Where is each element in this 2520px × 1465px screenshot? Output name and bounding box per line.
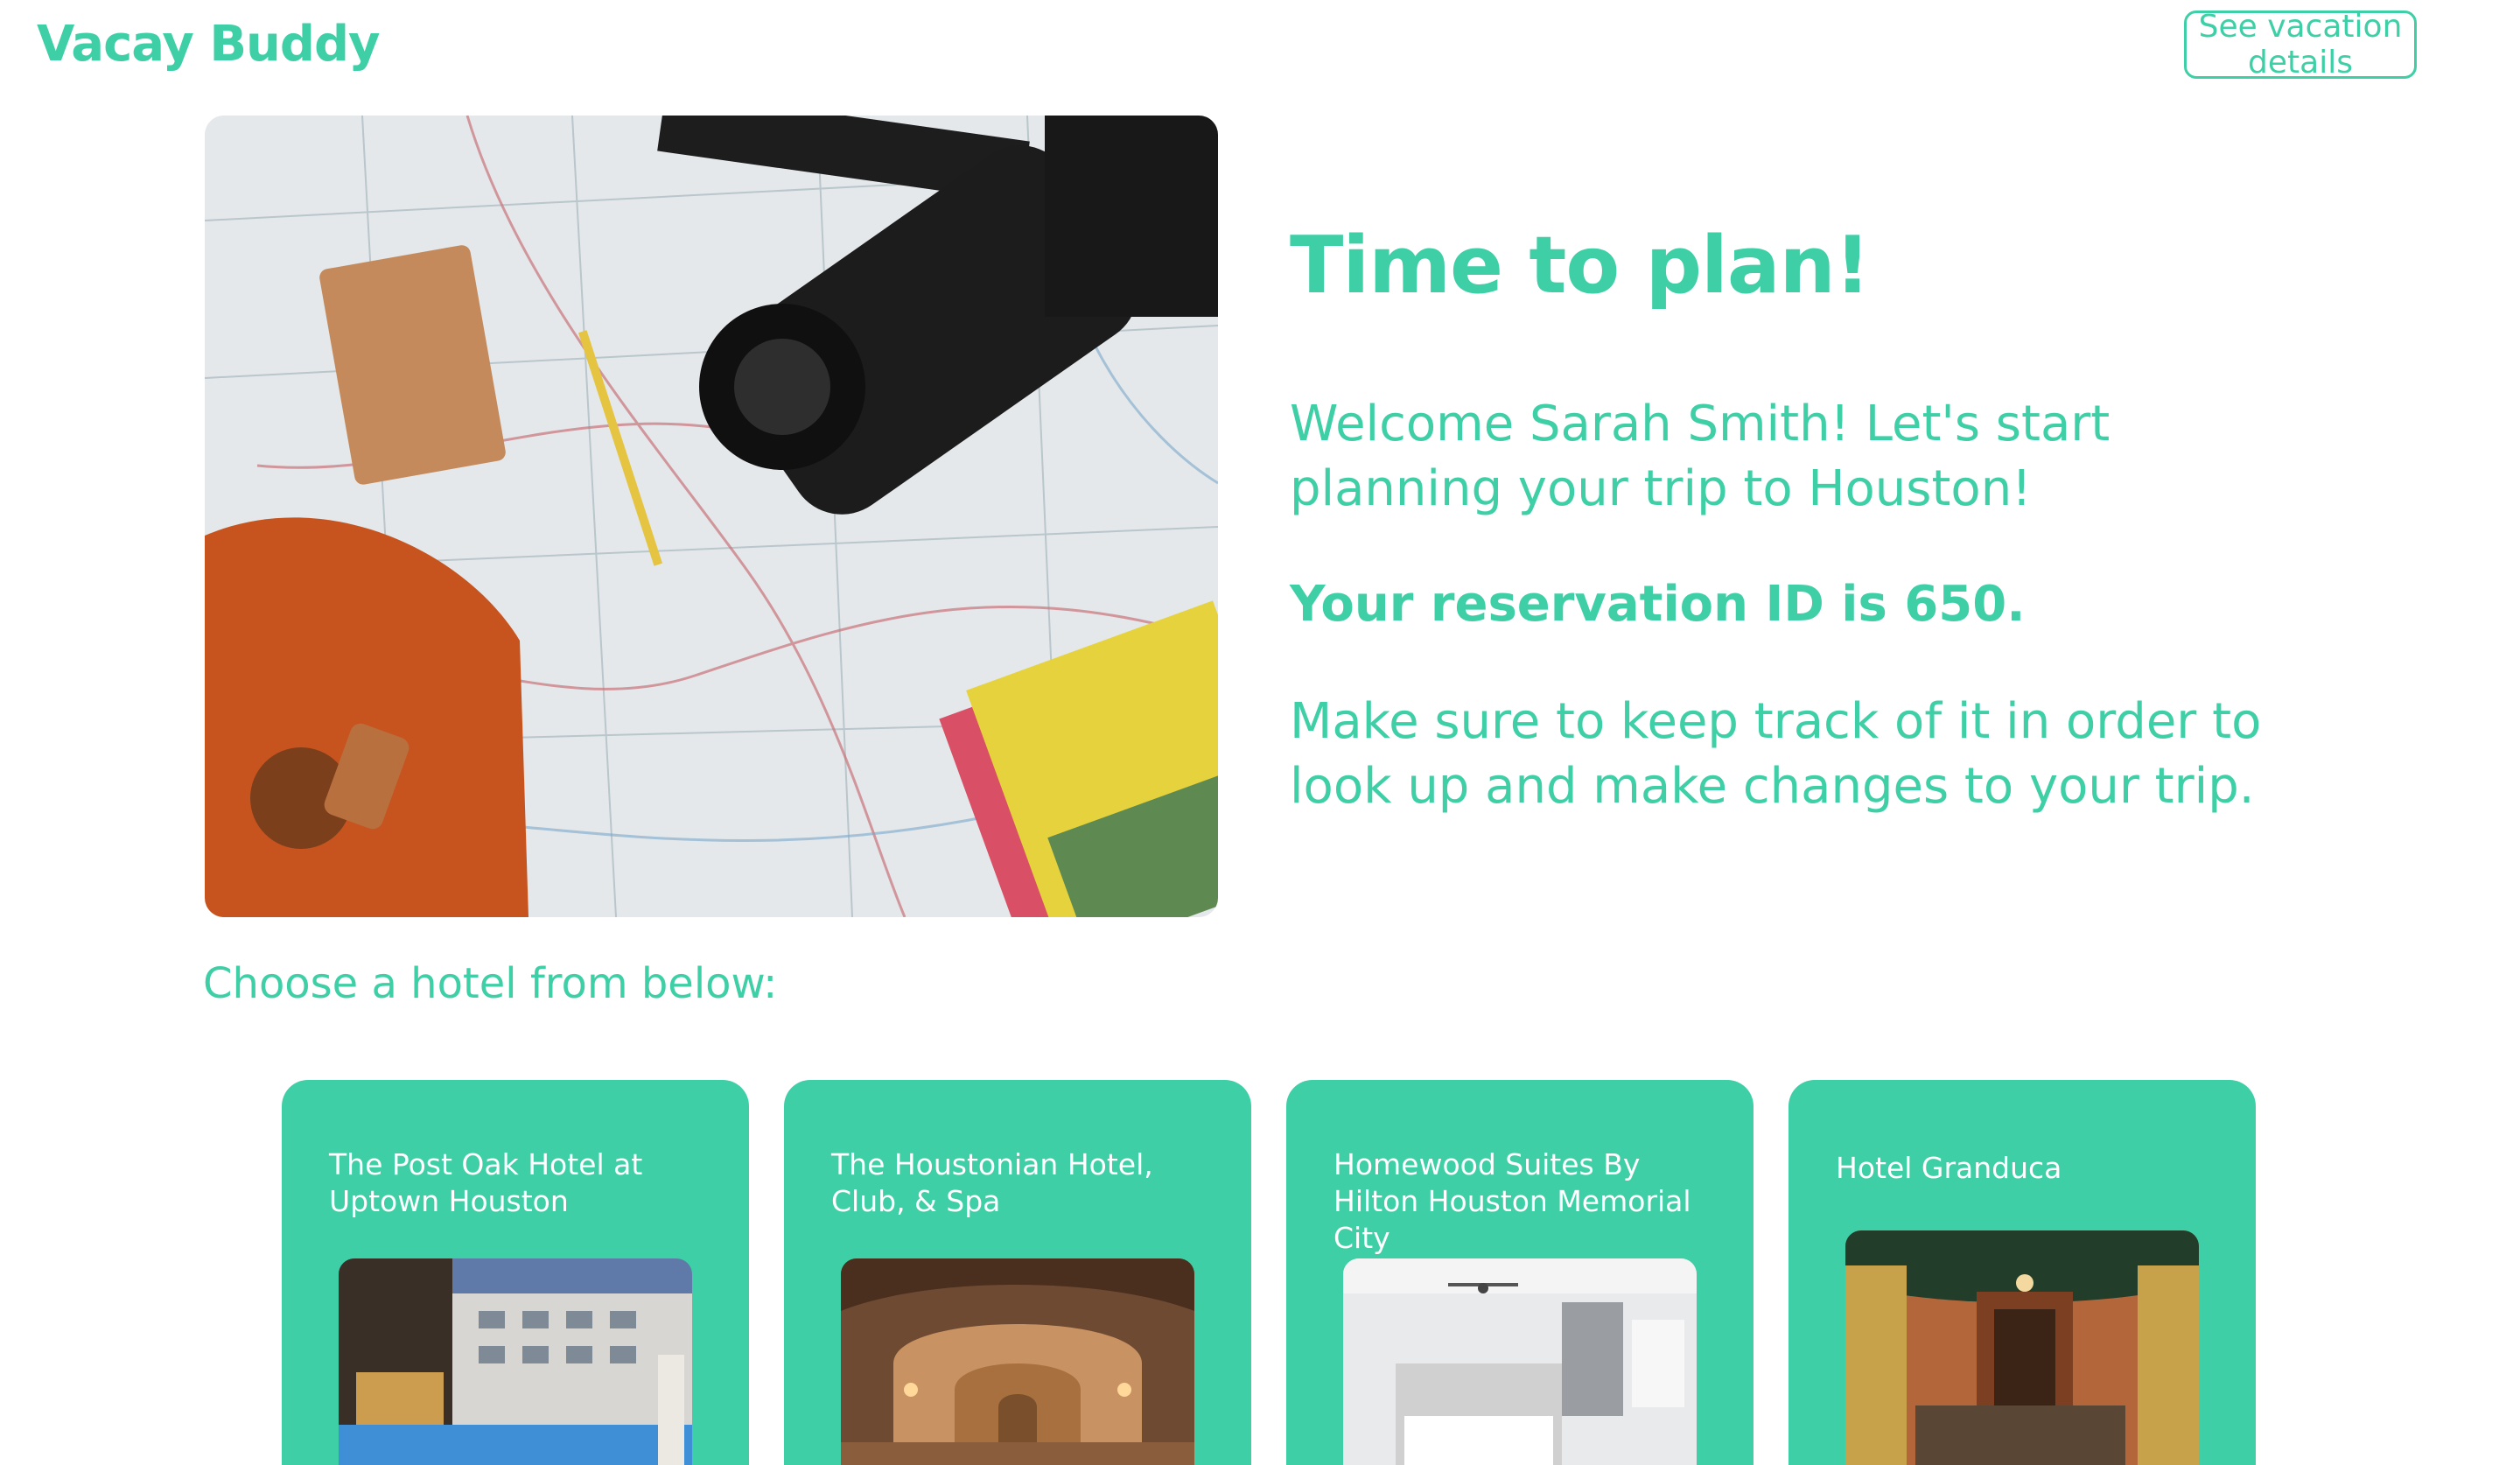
hotel-name: The Post Oak Hotel at Uptown Houston bbox=[329, 1147, 643, 1218]
page-title: Time to plan! bbox=[1290, 220, 1871, 312]
hotel-name: Homewood Suites By Hilton Houston Memori… bbox=[1334, 1147, 1691, 1255]
hotel-photo bbox=[1845, 1230, 2199, 1465]
welcome-message: Welcome Sarah Smith! Let's start plannin… bbox=[1290, 396, 2110, 517]
see-vacation-details-button[interactable]: See vacation details bbox=[2184, 9, 2417, 81]
hotel-room-photo-icon bbox=[1343, 1258, 1697, 1465]
brand-logo[interactable]: Vacay Buddy bbox=[37, 16, 381, 73]
reservation-id: Your reservation ID is 650. bbox=[1290, 576, 2026, 633]
hotel-name: The Houstonian Hotel, Club, & Spa bbox=[831, 1147, 1153, 1218]
hotel-card-granduca[interactable]: Hotel Granduca bbox=[1788, 1080, 2256, 1465]
hotel-photo bbox=[841, 1258, 1194, 1465]
travel-flatlay-photo-icon bbox=[205, 116, 1218, 917]
hotel-list: The Post Oak Hotel at Uptown Houston The… bbox=[282, 1080, 2256, 1465]
hotel-card-post-oak[interactable]: The Post Oak Hotel at Uptown Houston bbox=[282, 1080, 749, 1465]
hotel-photo bbox=[1343, 1258, 1697, 1465]
hotel-card-houstonian[interactable]: The Houstonian Hotel, Club, & Spa bbox=[784, 1080, 1251, 1465]
hotel-pool-photo-icon bbox=[339, 1258, 692, 1465]
hotel-terrace-photo-icon bbox=[1845, 1230, 2199, 1465]
hotel-photo bbox=[339, 1258, 692, 1465]
hero-image bbox=[205, 116, 1218, 917]
hotel-name: Hotel Granduca bbox=[1836, 1151, 2062, 1185]
hero-text: Time to plan! Welcome Sarah Smith! Let's… bbox=[1290, 219, 2340, 819]
hotel-section-heading: Choose a hotel from below: bbox=[203, 959, 778, 1008]
hotel-card-homewood-suites[interactable]: Homewood Suites By Hilton Houston Memori… bbox=[1286, 1080, 1754, 1465]
keep-track-message: Make sure to keep track of it in order t… bbox=[1290, 693, 2262, 815]
hotel-hallway-photo-icon bbox=[841, 1258, 1194, 1465]
